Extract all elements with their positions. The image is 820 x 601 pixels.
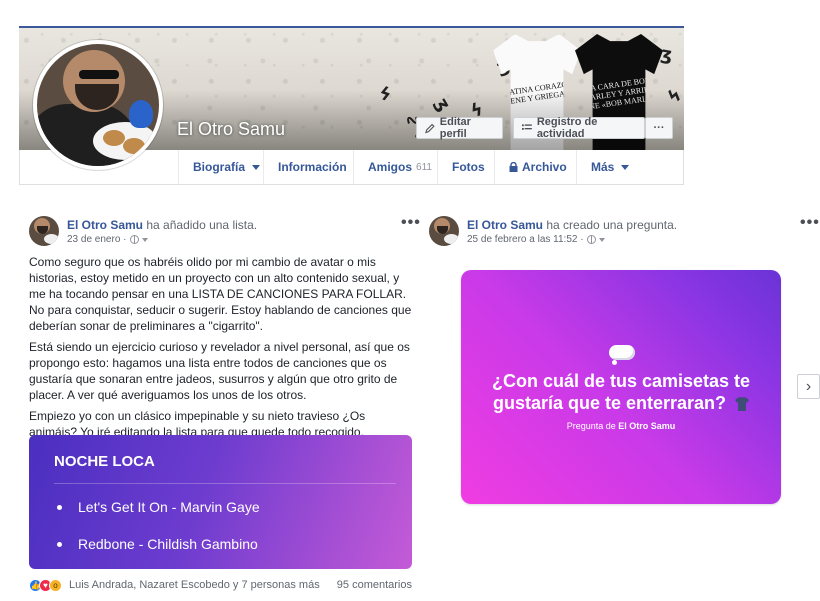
avatar-glasses bbox=[79, 70, 119, 79]
question-card[interactable]: ¿Con cuál de tus camisetas te gustaría q… bbox=[461, 270, 781, 504]
avatar-cookie bbox=[123, 138, 145, 154]
avatar-beard bbox=[37, 226, 48, 234]
tab-mas[interactable]: Más bbox=[576, 150, 646, 184]
audience-caret-icon[interactable] bbox=[598, 237, 605, 242]
audience-caret-icon[interactable] bbox=[141, 237, 148, 242]
post-header: El Otro Samu ha añadido una lista. bbox=[67, 218, 257, 232]
activity-log-button[interactable]: Registro de actividad bbox=[513, 116, 645, 140]
post-options-button[interactable]: ••• bbox=[800, 214, 820, 232]
post-author-link[interactable]: El Otro Samu bbox=[67, 218, 143, 232]
avatar-cookie-monster bbox=[129, 100, 153, 128]
post-author-link[interactable]: El Otro Samu bbox=[467, 218, 543, 232]
question-attribution: Pregunta de El Otro Samu bbox=[461, 421, 781, 431]
post-action-text: ha creado una pregunta. bbox=[546, 218, 678, 232]
tab-fotos[interactable]: Fotos bbox=[437, 150, 495, 184]
bullet-icon bbox=[57, 541, 62, 547]
tab-biografia[interactable]: Biografía bbox=[178, 150, 261, 184]
next-arrow-button[interactable]: › bbox=[797, 374, 820, 399]
post-action-text: ha añadido una lista. bbox=[146, 218, 258, 232]
post-meta: 23 de enero · bbox=[67, 234, 148, 245]
post-meta: 25 de febrero a las 11:52 · bbox=[467, 234, 605, 245]
chevron-right-icon: › bbox=[805, 377, 812, 395]
activity-log-label: Registro de actividad bbox=[536, 116, 598, 140]
avatar-plate bbox=[44, 234, 59, 244]
post-date-link[interactable]: 23 de enero · bbox=[67, 234, 127, 245]
post-date-link[interactable]: 25 de febrero a las 11:52 · bbox=[467, 234, 584, 245]
list-item: Let's Get It On - Marvin Gaye bbox=[57, 499, 260, 515]
pencil-icon bbox=[425, 123, 435, 133]
list-divider bbox=[54, 483, 396, 484]
globe-icon[interactable] bbox=[586, 235, 596, 244]
tab-label: Biografía bbox=[193, 160, 246, 174]
bullet-icon bbox=[57, 504, 62, 510]
list-item-text: Let's Get It On - Marvin Gaye bbox=[78, 499, 260, 515]
tshirt-icon bbox=[735, 397, 750, 412]
list-icon bbox=[522, 124, 532, 130]
post-paragraph: Está siendo un ejercicio curioso y revel… bbox=[29, 340, 410, 402]
question-text-wrap: ¿Con cuál de tus camisetas te gustaría q… bbox=[471, 370, 771, 414]
friends-count: 611 bbox=[416, 161, 432, 173]
post-header: El Otro Samu ha creado una pregunta. bbox=[467, 218, 677, 232]
list-item: Redbone - Childish Gambino bbox=[57, 536, 258, 552]
bubble-part bbox=[612, 360, 617, 365]
caret-down-icon bbox=[621, 164, 630, 170]
lock-icon bbox=[509, 162, 518, 172]
tab-informacion[interactable]: Información bbox=[263, 150, 354, 184]
profile-name[interactable]: El Otro Samu bbox=[177, 119, 285, 140]
tab-amigos[interactable]: Amigos 611 bbox=[353, 150, 439, 184]
edit-profile-button[interactable]: Editar perfil bbox=[416, 116, 503, 140]
song-list-card[interactable]: NOCHE LOCA Let's Get It On - Marvin Gaye… bbox=[29, 435, 412, 569]
more-options-button[interactable]: ··· bbox=[645, 117, 673, 139]
edit-profile-label: Editar perfil bbox=[439, 116, 471, 140]
question-text: ¿Con cuál de tus camisetas te gustaría q… bbox=[491, 371, 751, 413]
reactors-link[interactable]: Luis Andrada, Nazaret Escobedo y 7 perso… bbox=[69, 579, 320, 591]
post-options-button[interactable]: ••• bbox=[401, 214, 421, 232]
tab-label: Amigos bbox=[368, 160, 413, 174]
avatar-beard bbox=[437, 226, 448, 234]
avatar-cookie bbox=[103, 130, 125, 146]
post-author-avatar[interactable] bbox=[429, 216, 459, 246]
post-author-avatar[interactable] bbox=[29, 216, 59, 246]
reactions-bar: 👍 ♥ o Luis Andrada, Nazaret Escobedo y 7… bbox=[29, 578, 412, 594]
asked-by-prefix: Pregunta de bbox=[566, 421, 616, 431]
thought-bubble-icon bbox=[609, 343, 635, 365]
post-body: Como seguro que os habréis olido por mi … bbox=[29, 254, 415, 445]
globe-icon[interactable] bbox=[129, 235, 139, 244]
reaction-icons[interactable]: 👍 ♥ o bbox=[29, 579, 69, 592]
comments-count-link[interactable]: 95 comentarios bbox=[337, 579, 412, 591]
list-item-text: Redbone - Childish Gambino bbox=[78, 536, 258, 552]
tab-label: Fotos bbox=[452, 160, 485, 174]
tab-label: Información bbox=[278, 160, 347, 174]
avatar-plate bbox=[444, 234, 459, 244]
caret-down-icon bbox=[252, 164, 261, 170]
tab-label: Más bbox=[591, 160, 615, 174]
tab-archivo[interactable]: Archivo bbox=[494, 150, 576, 184]
list-title: NOCHE LOCA bbox=[54, 453, 155, 470]
tab-label: Archivo bbox=[522, 160, 567, 174]
more-options-label: ··· bbox=[653, 122, 665, 134]
post-paragraph: Como seguro que os habréis olido por mi … bbox=[29, 255, 412, 333]
asked-by-name[interactable]: El Otro Samu bbox=[618, 421, 675, 431]
bubble-part bbox=[609, 345, 635, 360]
profile-picture[interactable] bbox=[33, 40, 163, 170]
wow-icon: o bbox=[49, 579, 62, 592]
